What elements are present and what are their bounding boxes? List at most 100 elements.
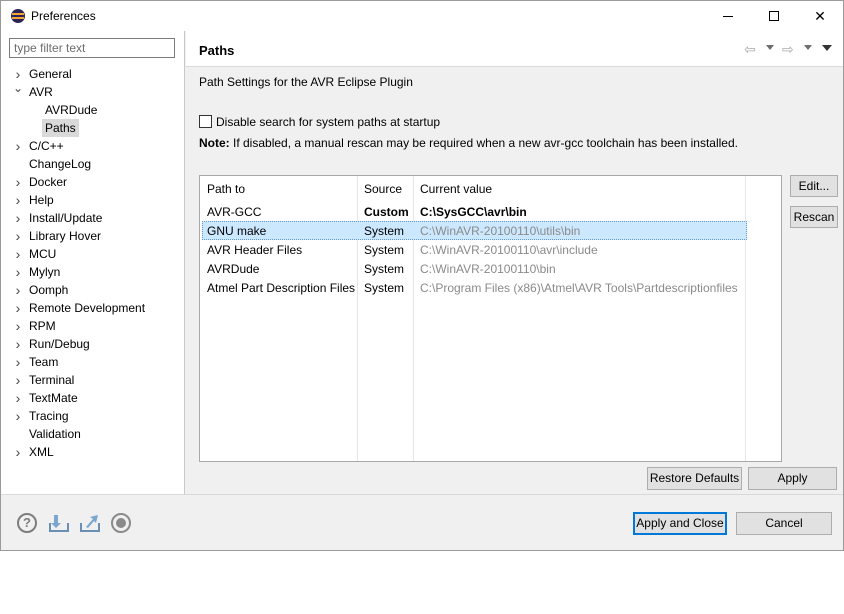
back-dropdown-icon[interactable]: [766, 45, 774, 50]
export-button[interactable]: [79, 513, 101, 533]
apply-and-close-button[interactable]: Apply and Close: [633, 512, 727, 535]
view-menu-icon[interactable]: [822, 45, 832, 51]
preference-page: Paths ⇦ ⇨ Path Settings for the AVR Ecli…: [186, 31, 843, 494]
tree-item[interactable]: ChangeLog: [1, 155, 185, 173]
tree-item[interactable]: › Help: [1, 191, 185, 209]
tree-item-label: Team: [29, 355, 59, 369]
tree-item-label: Remote Development: [29, 301, 146, 315]
cancel-button[interactable]: Cancel: [736, 512, 832, 535]
tree-item[interactable]: › Mylyn: [1, 263, 185, 281]
cell-value: C:\WinAVR-20100110\avr\include: [420, 243, 598, 257]
chevron-right-icon[interactable]: ›: [12, 191, 24, 209]
cell-source: Custom: [364, 205, 409, 219]
edit-button[interactable]: Edit...: [790, 175, 838, 197]
chevron-right-icon[interactable]: ›: [12, 245, 24, 263]
chevron-right-icon[interactable]: ›: [12, 335, 24, 353]
tree-item-label: AVR: [29, 85, 53, 99]
tree-item-label: Install/Update: [29, 211, 103, 225]
cell-source: System: [364, 262, 405, 276]
tree-item-label: Library Hover: [29, 229, 102, 243]
tree-item[interactable]: ⌄ AVR: [1, 81, 185, 101]
chevron-right-icon[interactable]: ›: [12, 371, 24, 389]
preferences-window: Preferences ✕ ›General⌄AVRAVRDudePaths›C…: [0, 0, 844, 551]
paths-table[interactable]: Path to Source Current value AVR-GCC Cust…: [199, 175, 782, 462]
tree-item[interactable]: › Library Hover: [1, 227, 185, 245]
chevron-down-icon[interactable]: ⌄: [12, 79, 24, 97]
tree-item[interactable]: › Run/Debug: [1, 335, 185, 353]
back-arrow-icon[interactable]: ⇦: [744, 40, 756, 58]
help-button[interactable]: ?: [17, 513, 39, 533]
cell-value: C:\Program Files (x86)\Atmel\AVR Tools\P…: [420, 281, 738, 295]
column-header-path[interactable]: Path to: [207, 182, 245, 196]
tree-item-label: General: [29, 67, 72, 81]
column-header-source[interactable]: Source: [364, 182, 402, 196]
note-label: Note:: [199, 136, 230, 150]
disable-search-label[interactable]: Disable search for system paths at start…: [216, 115, 440, 129]
chevron-right-icon[interactable]: ›: [12, 137, 24, 155]
tree-item[interactable]: › Team: [1, 353, 185, 371]
tree-item[interactable]: › C/C++: [1, 137, 185, 155]
cell-value: C:\WinAVR-20100110\utils\bin: [420, 224, 581, 238]
cell-path: AVR Header Files: [207, 243, 303, 257]
column-header-value[interactable]: Current value: [420, 182, 492, 196]
tree-item[interactable]: › Remote Development: [1, 299, 185, 317]
close-icon: ✕: [814, 7, 826, 24]
table-row[interactable]: AVRDude System C:\WinAVR-20100110\bin: [202, 259, 747, 278]
chevron-right-icon[interactable]: ›: [12, 281, 24, 299]
tree-item[interactable]: › Oomph: [1, 281, 185, 299]
chevron-right-icon[interactable]: ›: [12, 209, 24, 227]
tree-item[interactable]: Paths: [1, 119, 185, 137]
tree-item[interactable]: › XML: [1, 443, 185, 461]
preference-tree: › General ⌄ AVR AVRDude Paths › C/C++ ChangeLog ›…: [1, 65, 185, 461]
page-description: Path Settings for the AVR Eclipse Plugin: [199, 75, 413, 89]
tree-item[interactable]: AVRDude: [1, 101, 185, 119]
chevron-right-icon[interactable]: ›: [12, 389, 24, 407]
tree-item[interactable]: › Docker: [1, 173, 185, 191]
record-button[interactable]: [111, 513, 133, 533]
chevron-right-icon[interactable]: ›: [12, 263, 24, 281]
import-button[interactable]: [48, 513, 70, 533]
footer-separator: [1, 494, 843, 495]
tree-item[interactable]: › MCU: [1, 245, 185, 263]
tree-item[interactable]: › Install/Update: [1, 209, 185, 227]
disable-search-checkbox[interactable]: [199, 115, 212, 128]
minimize-icon: [723, 15, 733, 17]
chevron-right-icon[interactable]: ›: [12, 407, 24, 425]
chevron-right-icon[interactable]: ›: [12, 173, 24, 191]
tree-item[interactable]: Validation: [1, 425, 185, 443]
page-header: Paths ⇦ ⇨: [186, 31, 843, 67]
tree-item[interactable]: › Tracing: [1, 407, 185, 425]
tree-item[interactable]: › Terminal: [1, 371, 185, 389]
chevron-right-icon[interactable]: ›: [12, 443, 24, 461]
chevron-right-icon[interactable]: ›: [12, 317, 24, 335]
tree-item-label: Terminal: [29, 373, 75, 387]
minimize-button[interactable]: [705, 1, 751, 31]
help-icon: ?: [17, 513, 37, 533]
table-row[interactable]: AVR-GCC Custom C:\SysGCC\avr\bin: [202, 202, 747, 221]
table-row[interactable]: Atmel Part Description Files System C:\Pro…: [202, 278, 747, 297]
chevron-right-icon[interactable]: ›: [12, 227, 24, 245]
tree-item[interactable]: › General: [1, 65, 185, 83]
chevron-right-icon[interactable]: ›: [12, 299, 24, 317]
record-icon: [111, 513, 131, 533]
export-icon: [80, 515, 100, 532]
table-row[interactable]: GNU make System C:\WinAVR-20100110\utils\b…: [202, 221, 747, 240]
apply-button[interactable]: Apply: [748, 467, 837, 490]
rescan-button[interactable]: Rescan: [790, 206, 838, 228]
close-button[interactable]: ✕: [797, 1, 843, 31]
tree-item-label: Paths: [42, 119, 79, 137]
cell-source: System: [364, 243, 405, 257]
note-body: If disabled, a manual rescan may be requ…: [229, 136, 738, 150]
forward-arrow-icon[interactable]: ⇨: [782, 40, 794, 58]
chevron-right-icon[interactable]: ›: [12, 353, 24, 371]
table-row[interactable]: AVR Header Files System C:\WinAVR-20100110…: [202, 240, 747, 259]
forward-dropdown-icon[interactable]: [804, 45, 812, 50]
restore-defaults-button[interactable]: Restore Defaults: [647, 467, 742, 490]
tree-item[interactable]: › RPM: [1, 317, 185, 335]
tree-item-label: Run/Debug: [29, 337, 90, 351]
tree-item[interactable]: › TextMate: [1, 389, 185, 407]
tree-item-label: XML: [29, 445, 54, 459]
cell-value: C:\SysGCC\avr\bin: [420, 205, 527, 219]
filter-input[interactable]: [9, 38, 175, 58]
maximize-button[interactable]: [751, 1, 797, 31]
